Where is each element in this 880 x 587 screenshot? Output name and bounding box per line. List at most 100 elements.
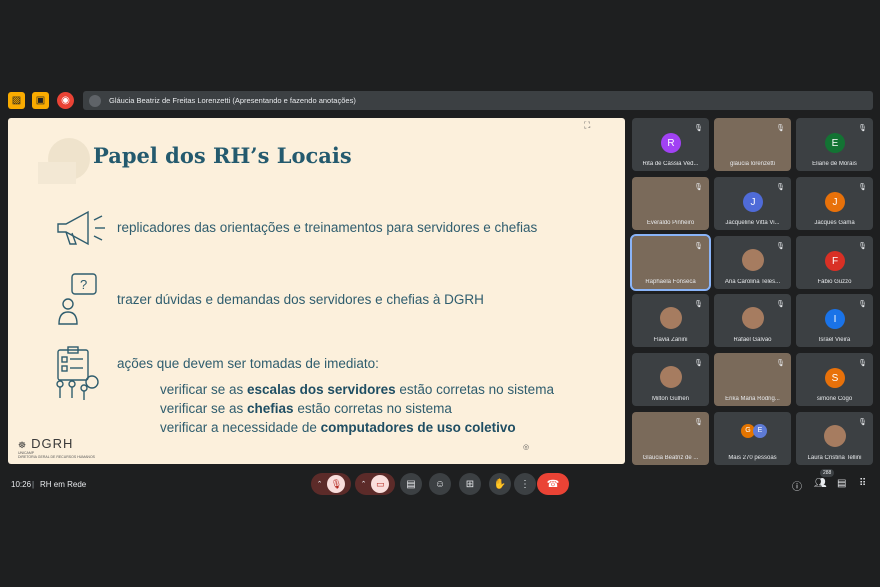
participant-tile[interactable]: Gláucia Beatriz de ... 🎙︎ [632,412,709,465]
mic-off-icon: 🎙︎ [694,360,703,367]
participant-tile[interactable]: Ssimone Cogo 🎙︎ [796,353,873,406]
participant-avatar: E [825,133,845,153]
participant-tile[interactable]: Ana Carolina Teles... 🎙︎ [714,236,791,289]
participant-name: Laura Cristina Tellini [807,455,862,461]
mic-off-icon: 🎙︎ [858,360,867,367]
participant-tile[interactable]: G E Mais 270 pessoas [714,412,791,465]
participant-name: simone Cogo [816,396,853,402]
participant-tile[interactable]: Everaldo Pinheiro 🎙︎ [632,177,709,230]
mic-off-icon: 🎙︎ [858,243,867,250]
participant-name: Mais 270 pessoas [728,455,777,461]
participant-name: Erika Maria Rodrig... [725,396,780,402]
participant-name: Jacques Gama [814,220,855,226]
mic-off-icon: 🎙︎ [858,184,867,191]
slide-title: Papel dos RH’s Locais [93,143,352,168]
hang-up-icon: ☎ [546,478,560,490]
mic-off-icon: 🎙︎ [858,419,867,426]
emoji-icon: ☺ [434,478,446,490]
participant-name: Jacqueline Vitta Vi... [725,220,780,226]
meeting-title: RH em Rede [40,480,87,489]
chevron-up-icon[interactable]: ⌃ [317,480,323,488]
top-bar: ▨ ▣ ◉ Gláucia Beatriz de Freitas Lorenze… [0,90,880,112]
mic-button[interactable]: ⌃ 🎙︎ [311,473,351,495]
reactions-button[interactable]: ☺ [429,473,451,495]
dgrh-logo: ☸ DGRH UNICAMP DIRETORIA GERAL DE RECURSO… [18,436,96,459]
participant-tile[interactable]: gláucia lorenzetti 🎙︎ [714,118,791,171]
end-call-button[interactable]: ☎ [537,473,569,495]
participant-photo [742,307,764,329]
meet-window: ▨ ▣ ◉ Gláucia Beatriz de Freitas Lorenze… [0,0,880,587]
expand-icon[interactable]: ⛶ [584,120,590,131]
participant-avatar: S [825,368,845,388]
lock-icon[interactable]: ▣ [32,92,49,109]
participant-tile[interactable]: J Jacques Gama 🎙︎ [796,177,873,230]
participant-name: Everaldo Pinheiro [646,220,695,226]
captions-button[interactable]: ▤ [400,473,422,495]
chat-icon[interactable]: ▤ [837,478,846,489]
participant-tile[interactable]: R Rita de Cássia Ved... 🎙︎ [632,118,709,171]
participant-tile[interactable]: E Eliane de Morais 🎙︎ [796,118,873,171]
more-vert-icon: ⋮ [520,478,530,490]
participant-name: Israel Vieira [818,337,851,343]
mic-off-icon: 🎙︎ [776,184,785,191]
participant-tile[interactable]: Laura Cristina Tellini 🎙︎ [796,412,873,465]
more-options-button[interactable]: ⋮ [514,473,536,495]
people-count-badge: 288 [820,469,835,477]
present-button[interactable]: ⊞ [459,473,481,495]
slide-item-3: ações que devem ser tomadas de imediato: [117,356,379,371]
participant-avatar: J [743,192,763,212]
mic-off-icon: 🎙︎ [858,125,867,132]
camera-off-icon[interactable]: ▭ [371,475,390,493]
participant-tile[interactable]: F Fábio Guzzo 🎙︎ [796,236,873,289]
participant-name: Ana Carolina Teles... [724,279,781,285]
mic-off-icon[interactable]: 🎙︎ [327,475,346,493]
participant-tile[interactable]: Rafael Galvão 🎙︎ [714,294,791,347]
activities-icon[interactable]: ⠿ [859,478,866,489]
participant-photo [742,249,764,271]
cursor-icon: ◎ [523,444,530,451]
participant-avatar: J [825,192,845,212]
participant-tile[interactable]: Erika Maria Rodrig... 🎙︎ [714,353,791,406]
recording-icon[interactable]: ◉ [57,92,74,109]
presenter-label: Gláucia Beatriz de Freitas Lorenzetti (A… [109,96,356,105]
people-icon[interactable]: 👥︎ [814,478,827,489]
participant-name: gláucia lorenzetti [729,161,776,167]
participant-avatar: F [825,251,845,271]
participant-tile[interactable]: Flavia Zanini 🎙︎ [632,294,709,347]
participant-name: Fábio Guzzo [817,279,852,285]
participant-tile[interactable]: Raphaela Fonseca 🎙︎ [630,234,711,291]
svg-text:?: ? [80,277,87,292]
slide-subitem-1: verificar se as escalas dos servidores e… [160,382,554,397]
mic-off-icon: 🎙︎ [776,360,785,367]
captions-off-icon[interactable]: ▨ [8,92,25,109]
participant-name: Rafael Galvão [733,337,772,343]
chevron-up-icon[interactable]: ⌃ [361,480,367,488]
megaphone-icon [57,210,105,246]
participant-tile[interactable]: Milton Gulhen 🎙︎ [632,353,709,406]
group-avatars: GE [741,424,767,438]
participant-avatar: I [825,309,845,329]
participant-name: Gláucia Beatriz de ... [642,455,699,461]
mic-off-icon: 🎙︎ [694,419,703,426]
mic-off-icon: 🎙︎ [776,125,785,132]
separator: | [32,480,35,489]
mic-off-icon: 🎙︎ [776,243,785,250]
present-screen-icon: ⊞ [465,478,475,490]
info-icon[interactable]: ⓘ [792,478,802,493]
unicamp-logo-icon: ☸ [18,440,28,450]
camera-button[interactable]: ⌃ ▭ [355,473,395,495]
mic-off-icon: 🎙︎ [858,301,867,308]
participant-photo [660,307,682,329]
participant-tile[interactable]: J Jacqueline Vitta Vi... 🎙︎ [714,177,791,230]
mic-off-icon: 🎙︎ [694,184,703,191]
slide-subitem-2: verificar se as chefias estão corretas n… [160,401,452,416]
slide-decoration [38,162,76,184]
participant-name: Eliane de Morais [812,161,857,167]
presenter-avatar [89,94,101,107]
participant-tile[interactable]: I Israel Vieira 🎙︎ [796,294,873,347]
person-question-icon: ? [58,273,97,325]
mic-off-icon: 🎙︎ [694,301,703,308]
raise-hand-button[interactable]: ✋ [489,473,511,495]
hand-icon: ✋ [493,478,507,490]
participant-photo [824,425,846,447]
